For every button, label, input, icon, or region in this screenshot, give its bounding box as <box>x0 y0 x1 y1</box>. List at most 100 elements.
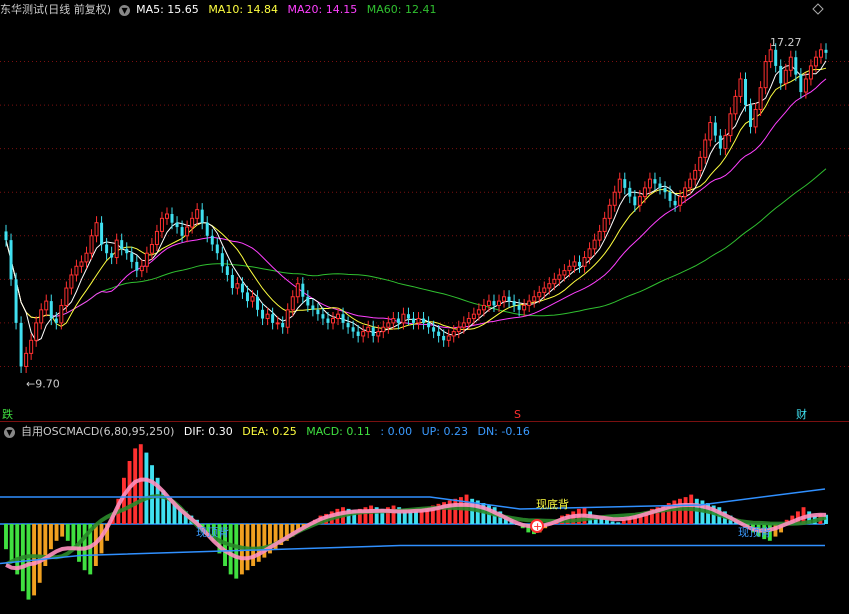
dn-legend: DN: -0.16 <box>477 425 530 438</box>
candle-body <box>411 318 415 323</box>
candle-body <box>185 226 190 237</box>
candle-body <box>84 252 89 263</box>
candle-body <box>336 313 341 320</box>
macd-bar <box>65 524 70 541</box>
candle-body <box>799 74 803 93</box>
candle-body <box>200 209 204 223</box>
candle-body <box>668 192 672 201</box>
candle-body <box>54 318 58 323</box>
candle-body <box>512 301 516 306</box>
candle-body <box>446 335 451 341</box>
candle-body <box>94 222 99 237</box>
candle-body <box>89 235 94 254</box>
macd-bar <box>37 524 42 583</box>
candle-body <box>14 279 18 323</box>
sub-chart-title: 自用OSCMACD(6,80,95,250) <box>21 425 175 438</box>
candle-body <box>290 296 295 311</box>
candle-body <box>783 69 788 84</box>
candle-body <box>432 327 436 332</box>
chart-svg[interactable]: 17.27 ←9.70 跌 S 财现顶背 现底背现顶背 + <box>0 0 849 611</box>
candle-body <box>164 213 169 219</box>
candle-body <box>139 265 144 272</box>
candle-body <box>749 105 753 127</box>
candle-body <box>235 283 240 289</box>
candle-body <box>718 135 722 149</box>
candle-body <box>547 283 552 289</box>
ma20-line <box>5 78 827 329</box>
candle-body <box>542 287 547 293</box>
candle-body <box>492 301 496 306</box>
candle-body <box>532 296 537 302</box>
candle-body <box>9 240 13 280</box>
macd-bar <box>610 521 615 524</box>
macd-bar <box>678 498 682 524</box>
panel-divider <box>0 421 849 422</box>
candle-body <box>49 301 53 319</box>
candle-body <box>330 318 335 324</box>
sub-annotation: 现顶背 <box>738 525 771 539</box>
candle-body <box>779 65 783 84</box>
candle-body <box>311 305 315 310</box>
candle-body <box>74 265 79 276</box>
candle-body <box>597 230 602 241</box>
candle-body <box>713 122 717 136</box>
candle-body <box>144 252 149 267</box>
candle-body <box>617 178 622 193</box>
candle-body <box>788 56 793 71</box>
candle-body <box>154 230 159 245</box>
candle-body <box>808 65 813 80</box>
macd-bar <box>48 524 53 550</box>
candle-body <box>557 274 562 280</box>
candle-body <box>376 331 381 337</box>
macd-bar <box>60 524 65 537</box>
candle-body <box>461 322 466 328</box>
candle-body <box>406 314 410 319</box>
candle-body <box>813 56 818 67</box>
candle-body <box>281 322 285 328</box>
candle-body <box>623 179 627 188</box>
candle-body <box>275 322 280 325</box>
stock-chart[interactable]: 17.27 ←9.70 跌 S 财现顶背 现底背 现顶背 + 东华测试(日线 前复权) ▼ MA5… <box>0 0 849 611</box>
candle-body <box>708 122 713 141</box>
candle-body <box>633 196 637 206</box>
candle-body <box>768 49 773 63</box>
high-price-label: 17.27 <box>770 36 802 49</box>
candle-body <box>698 156 703 171</box>
ma10-legend: MA10: 14.84 <box>208 3 279 16</box>
sub-annotation: 现底背 <box>536 497 569 511</box>
candle-body <box>647 178 652 189</box>
chevron-down-icon[interactable]: ▼ <box>119 4 131 16</box>
candle-body <box>114 239 119 259</box>
candle-body <box>366 326 371 333</box>
candle-body <box>285 309 290 328</box>
candle-body <box>346 322 350 328</box>
chevron-down-icon[interactable]: ▼ <box>4 426 15 438</box>
candle-body <box>427 322 431 328</box>
candle-body <box>693 169 698 180</box>
candle-body <box>361 331 366 337</box>
candle-body <box>220 253 224 267</box>
dea-legend: DEA: 0.25 <box>242 425 297 438</box>
ma60-line <box>5 168 827 319</box>
candle-body <box>673 200 677 206</box>
candle-body <box>744 78 748 106</box>
main-chart-header: 东华测试(日线 前复权) ▼ MA5: 15.65 MA10: 14.84 MA20… <box>0 1 442 19</box>
left-flag: 跌 <box>2 407 13 421</box>
candle-body <box>567 265 572 272</box>
candle-body <box>582 257 587 267</box>
sub-annotation: 现顶背 <box>196 525 229 539</box>
candle-body <box>572 261 577 267</box>
candle-body <box>245 292 249 302</box>
macd-bar <box>414 511 418 524</box>
candle-body <box>602 217 607 232</box>
candle-body <box>653 179 657 184</box>
candle-body <box>401 313 406 324</box>
candle-body <box>356 331 360 336</box>
candle-body <box>587 248 592 259</box>
ma10-line <box>5 67 827 330</box>
candle-body <box>180 227 184 236</box>
dif-legend: DIF: 0.30 <box>183 425 233 438</box>
ma5-legend: MA5: 15.65 <box>136 3 199 16</box>
macd-bar <box>144 452 149 524</box>
mid-flag: S <box>514 408 521 421</box>
